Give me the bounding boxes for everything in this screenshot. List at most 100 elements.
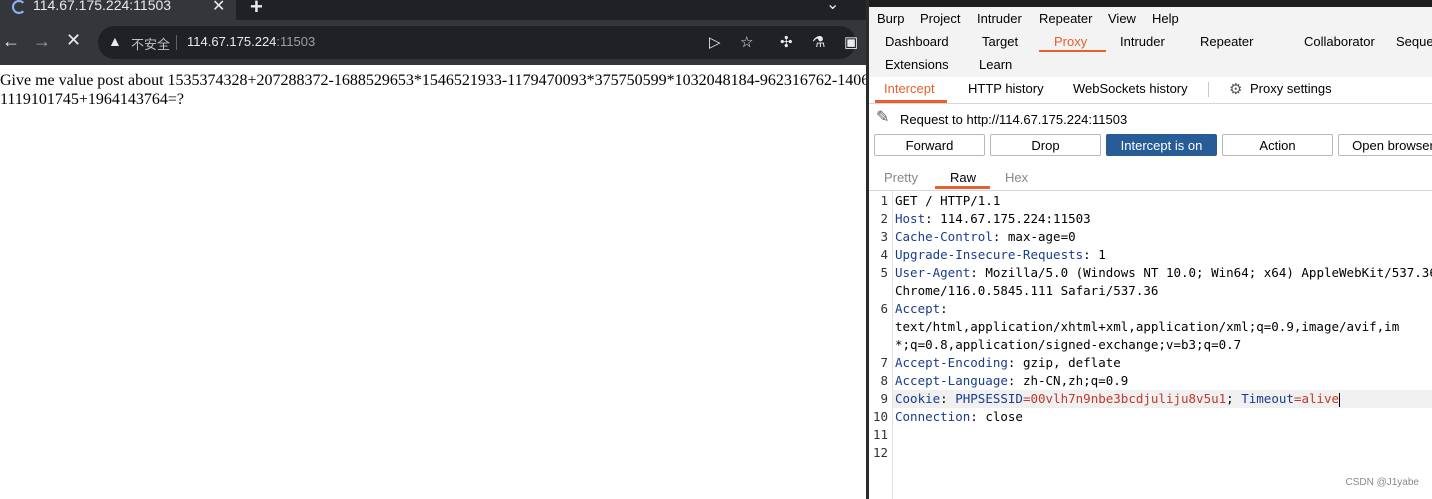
cookie-token: PHPSESSID	[955, 391, 1023, 406]
tab-hex[interactable]: Hex	[1005, 170, 1028, 185]
omnibox-divider	[176, 35, 177, 50]
request-line[interactable]: text/html,application/xhtml+xml,applicat…	[895, 319, 1399, 334]
tab-sequencer[interactable]: Seque	[1396, 34, 1432, 49]
window-titlebar	[869, 0, 1432, 7]
gear-icon[interactable]: ⚙	[1229, 80, 1242, 98]
warning-icon[interactable]: ▲	[108, 33, 122, 49]
request-line[interactable]: User-Agent: Mozilla/5.0 (Windows NT 10.0…	[895, 265, 1432, 280]
tool-tabs: Dashboard Target Proxy Intruder Repeater…	[869, 29, 1432, 77]
browser-toolbar: ← → ✕ ▲ 不安全 114.67.175.224:11503 ▷ ☆ ✣ ⚗…	[0, 20, 866, 65]
pencil-icon[interactable]: ✎	[876, 107, 889, 127]
open-browser-button[interactable]: Open browser	[1338, 134, 1432, 156]
tab-intercept[interactable]: Intercept	[884, 81, 935, 96]
forward-arrow-icon[interactable]: →	[33, 31, 51, 52]
intercept-toggle-button[interactable]: Intercept is on	[1106, 134, 1217, 156]
browser-window: 114.67.175.224:11503 ✕ + ⌄ ← → ✕ ▲ 不安全 1…	[0, 0, 866, 499]
menu-view[interactable]: View	[1108, 11, 1136, 26]
tab-search-button[interactable]: ⌄	[826, 0, 839, 14]
tab-websockets-history[interactable]: WebSockets history	[1073, 81, 1188, 96]
tab-http-history[interactable]: HTTP history	[968, 81, 1044, 96]
request-line[interactable]: Chrome/116.0.5845.111 Safari/537.36	[895, 283, 1158, 298]
address-bar[interactable]: ▲ 不安全 114.67.175.224:11503 ▷ ☆ ✣ ⚗ ▣	[98, 26, 858, 59]
intercept-actions: Forward Drop Intercept is on Action Open…	[869, 134, 1432, 158]
header-value: close	[977, 409, 1023, 424]
tab-extensions[interactable]: Extensions	[885, 57, 949, 72]
security-status-label[interactable]: 不安全	[131, 34, 170, 53]
challenge-line: Give me value post about 1535374328+2072…	[0, 72, 866, 89]
line-number: 6	[880, 301, 888, 316]
header-name: Upgrade-Insecure-Requests	[895, 247, 1084, 262]
stop-loading-icon[interactable]: ✕	[66, 30, 81, 51]
menu-burp[interactable]: Burp	[877, 11, 904, 26]
tab-learn[interactable]: Learn	[979, 57, 1012, 72]
header-name: Host	[895, 211, 926, 226]
labs-flask-icon[interactable]: ⚗	[812, 33, 825, 51]
header-name: Accept-Encoding	[895, 355, 1008, 370]
forward-button[interactable]: Forward	[874, 134, 985, 156]
active-view-indicator	[935, 186, 990, 189]
header-separator: :	[970, 265, 978, 280]
header-name: Cookie	[895, 391, 941, 406]
menu-project[interactable]: Project	[920, 11, 960, 26]
header-name: Connection	[895, 409, 971, 424]
action-button[interactable]: Action	[1222, 134, 1333, 156]
browser-tab[interactable]: 114.67.175.224:11503 ✕	[0, 0, 236, 20]
message-view-tabs: Pretty Raw Hex	[869, 166, 1432, 191]
tab-dashboard[interactable]: Dashboard	[885, 34, 949, 49]
drop-button[interactable]: Drop	[990, 134, 1101, 156]
request-line[interactable]: Accept-Encoding: gzip, deflate	[895, 355, 1121, 370]
header-separator: :	[970, 409, 978, 424]
menu-repeater[interactable]: Repeater	[1039, 11, 1092, 26]
tab-collaborator[interactable]: Collaborator	[1304, 34, 1375, 49]
menu-intruder[interactable]: Intruder	[977, 11, 1022, 26]
back-arrow-icon[interactable]: ←	[2, 31, 20, 52]
line-number: 3	[880, 229, 888, 244]
line-number: 1	[880, 193, 888, 208]
header-name: Cache-Control	[895, 229, 993, 244]
tab-intruder[interactable]: Intruder	[1120, 34, 1165, 49]
request-line[interactable]: Accept-Language: zh-CN,zh;q=0.9	[895, 373, 1128, 388]
tab-raw[interactable]: Raw	[950, 170, 976, 185]
side-panel-icon[interactable]: ▣	[844, 33, 858, 51]
text-caret	[1339, 392, 1341, 407]
header-value: GET / HTTP/1.1	[895, 193, 1001, 208]
watermark: CSDN @J1yabe	[1345, 477, 1419, 488]
bookmark-star-icon[interactable]: ☆	[740, 33, 753, 51]
proxy-settings-link[interactable]: Proxy settings	[1250, 81, 1332, 96]
header-value: zh-CN,zh;q=0.9	[1015, 373, 1129, 388]
request-line[interactable]: Host: 114.67.175.224:11503	[895, 211, 1091, 226]
new-tab-button[interactable]: +	[250, 0, 263, 20]
tab-pretty[interactable]: Pretty	[884, 170, 918, 185]
request-line[interactable]: Connection: close	[895, 409, 1023, 424]
tab-repeater[interactable]: Repeater	[1200, 34, 1253, 49]
tab-proxy[interactable]: Proxy	[1054, 34, 1087, 49]
line-number: 12	[872, 445, 888, 460]
cookie-token: alive	[1301, 391, 1340, 406]
close-tab-icon[interactable]: ✕	[212, 0, 225, 16]
header-separator: :	[925, 211, 933, 226]
request-line[interactable]: *;q=0.8,application/signed-exchange;v=b3…	[895, 337, 1241, 352]
request-line[interactable]: GET / HTTP/1.1	[895, 193, 1000, 208]
header-value: 114.67.175.224:11503	[932, 211, 1091, 226]
burp-suite-window: Burp Project Intruder Repeater View Help…	[866, 0, 1432, 499]
extensions-puzzle-icon[interactable]: ✣	[780, 33, 793, 51]
menu-bar: Burp Project Intruder Repeater View Help	[869, 7, 1432, 29]
send-to-devices-icon[interactable]: ▷	[709, 33, 721, 51]
request-line[interactable]: Cache-Control: max-age=0	[895, 229, 1076, 244]
request-line[interactable]: Upgrade-Insecure-Requests: 1	[895, 247, 1106, 262]
header-value: Chrome/116.0.5845.111 Safari/537.36	[895, 283, 1159, 298]
header-name: Accept-Language	[895, 373, 1008, 388]
request-line[interactable]: Accept:	[895, 301, 948, 316]
header-separator: :	[1083, 247, 1091, 262]
header-value: Mozilla/5.0 (Windows NT 10.0; Win64; x64…	[977, 265, 1432, 280]
cookie-token: Timeout	[1241, 391, 1294, 406]
request-target-label: Request to http://114.67.175.224:11503	[900, 112, 1128, 127]
tab-target[interactable]: Target	[982, 34, 1018, 49]
page-content: Give me value post about 1535374328+2072…	[0, 65, 866, 499]
request-line[interactable]: Cookie: PHPSESSID=00vlh7n9nbe3bcdjuliju8…	[895, 391, 1341, 407]
header-name: User-Agent	[895, 265, 971, 280]
tab-title: 114.67.175.224:11503	[33, 0, 172, 13]
request-editor[interactable]: 1 2 3 4 5 6 7 8 9 10 11 12 GET / HTTP/1.1 Host: 114.…	[869, 191, 1432, 499]
url-text[interactable]: 114.67.175.224:11503	[187, 34, 315, 49]
menu-help[interactable]: Help	[1152, 11, 1179, 26]
